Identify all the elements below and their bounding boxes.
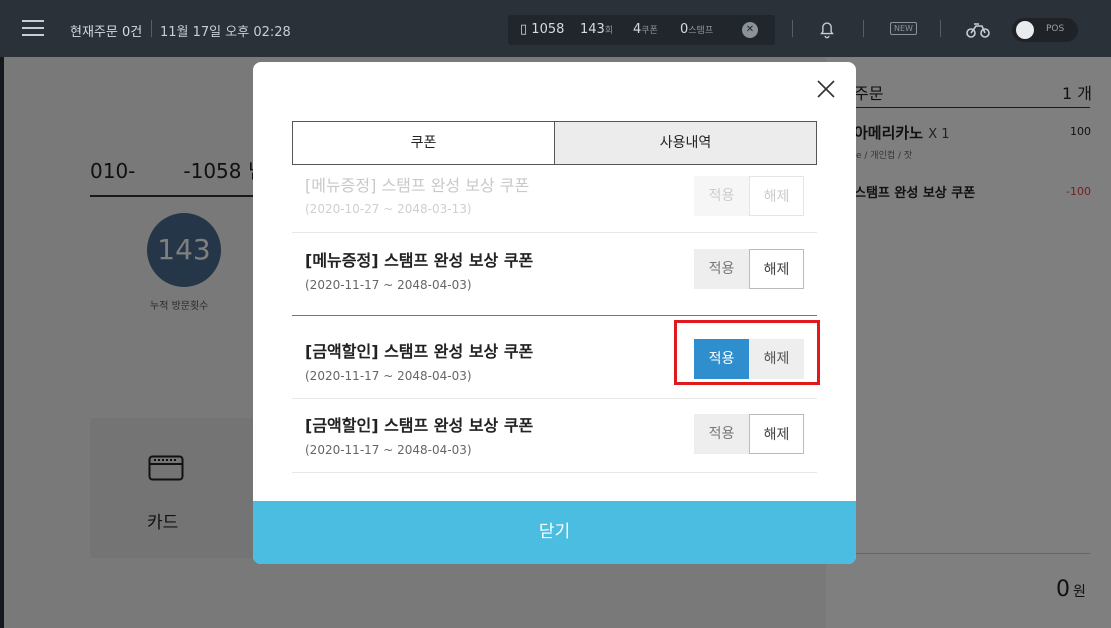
highlight-box <box>674 320 820 385</box>
coupon-tabs: 쿠폰 사용내역 <box>292 121 817 165</box>
coupon-modal: 쿠폰 사용내역 [메뉴증정] 스탬프 완성 보상 쿠폰 (2020-10-27 … <box>253 62 856 564</box>
current-order-count: 현재주문 0건 <box>70 25 143 40</box>
close-icon[interactable] <box>814 77 838 101</box>
divider <box>792 20 793 37</box>
coupon-period: (2020-11-17 ~ 2048-04-03) <box>305 278 472 292</box>
apply-button[interactable]: 적용 <box>694 414 749 454</box>
coupon-name: [메뉴증정] 스탬프 완성 보상 쿠폰 <box>305 251 534 270</box>
coupon-list: [메뉴증정] 스탬프 완성 보상 쿠폰 (2020-10-27 ~ 2048-0… <box>292 165 817 473</box>
coupon-name: [메뉴증정] 스탬프 완성 보상 쿠폰 <box>305 176 530 195</box>
tab-history[interactable]: 사용내역 <box>554 122 816 164</box>
member-stamps: 0스탬프 <box>680 22 714 37</box>
pos-toggle[interactable]: POS <box>1012 18 1078 42</box>
member-phone: ▯ 1058 <box>520 22 565 37</box>
member-visits: 143회 <box>580 22 614 37</box>
coupon-period: (2020-11-17 ~ 2048-04-03) <box>305 369 472 383</box>
coupon-actions: 적용 해제 <box>694 249 804 289</box>
top-bar: 현재주문 0건 11월 17일 오후 02:28 ▯ 1058 143회 4쿠폰… <box>0 0 1111 57</box>
close-button[interactable]: 닫기 <box>253 501 856 564</box>
clear-member-icon[interactable]: ✕ <box>742 22 758 38</box>
coupon-name: [금액할인] 스탬프 완성 보상 쿠폰 <box>305 342 534 361</box>
coupon-period: (2020-11-17 ~ 2048-04-03) <box>305 443 472 457</box>
coupon-name: [금액할인] 스탬프 완성 보상 쿠폰 <box>305 416 534 435</box>
coupon-actions: 적용 해제 <box>694 176 804 216</box>
coupon-period: (2020-10-27 ~ 2048-03-13) <box>305 202 472 216</box>
tab-coupon[interactable]: 쿠폰 <box>293 122 554 164</box>
new-badge[interactable]: NEW <box>890 22 917 35</box>
coupon-row: [메뉴증정] 스탬프 완성 보상 쿠폰 (2020-10-27 ~ 2048-0… <box>292 165 817 233</box>
release-button[interactable]: 해제 <box>749 249 804 289</box>
release-button[interactable]: 해제 <box>749 414 804 454</box>
toggle-knob <box>1016 21 1034 39</box>
member-summary[interactable]: ▯ 1058 143회 4쿠폰 0스탬프 ✕ <box>508 15 775 45</box>
member-coupons: 4쿠폰 <box>633 22 658 37</box>
toggle-label: POS <box>1046 24 1065 34</box>
hamburger-icon[interactable] <box>22 20 44 38</box>
apply-button[interactable]: 적용 <box>694 249 749 289</box>
datetime: 11월 17일 오후 02:28 <box>160 25 291 40</box>
divider <box>863 20 864 37</box>
divider <box>151 20 152 37</box>
coupon-row: [메뉴증정] 스탬프 완성 보상 쿠폰 (2020-11-17 ~ 2048-0… <box>292 233 817 316</box>
bell-icon[interactable] <box>816 18 838 40</box>
delivery-bike-icon[interactable] <box>965 18 991 40</box>
coupon-row: [금액할인] 스탬프 완성 보상 쿠폰 (2020-11-17 ~ 2048-0… <box>292 399 817 473</box>
release-button[interactable]: 해제 <box>749 176 804 216</box>
coupon-actions: 적용 해제 <box>694 414 804 454</box>
divider <box>940 20 941 37</box>
apply-button[interactable]: 적용 <box>694 176 749 216</box>
